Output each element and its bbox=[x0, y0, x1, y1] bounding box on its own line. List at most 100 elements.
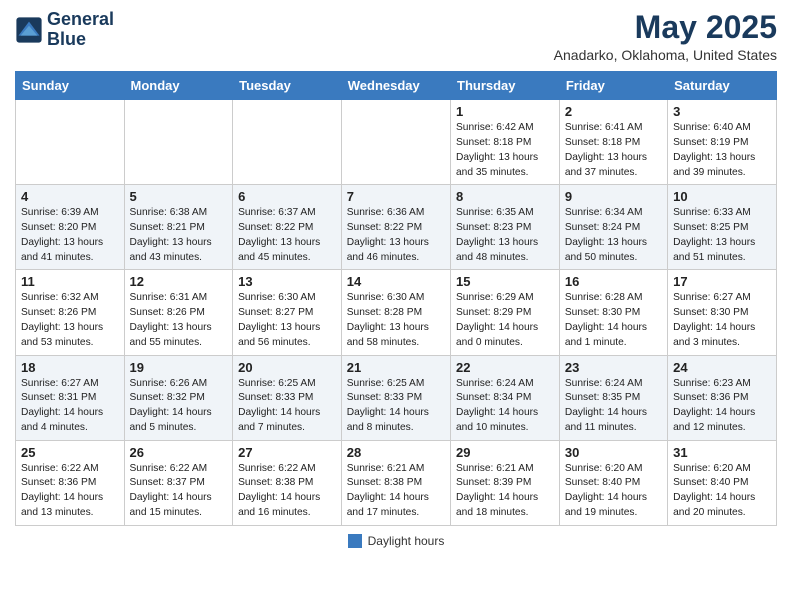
calendar-cell: 25 Sunrise: 6:22 AM Sunset: 8:36 PM Dayli… bbox=[16, 440, 125, 525]
weekday-header-monday: Monday bbox=[124, 72, 233, 100]
calendar-cell bbox=[124, 100, 233, 185]
day-number: 29 bbox=[456, 445, 554, 460]
day-info: Sunrise: 6:41 AM Sunset: 8:18 PM Dayligh… bbox=[565, 121, 662, 180]
calendar-cell: 19 Sunrise: 6:26 AM Sunset: 8:32 PM Dayli… bbox=[124, 355, 233, 440]
day-number: 28 bbox=[347, 445, 445, 460]
calendar-table: SundayMondayTuesdayWednesdayThursdayFrid… bbox=[15, 71, 777, 526]
day-number: 4 bbox=[21, 189, 119, 204]
day-info: Sunrise: 6:20 AM Sunset: 8:40 PM Dayligh… bbox=[673, 462, 771, 521]
location: Anadarko, Oklahoma, United States bbox=[554, 47, 777, 63]
day-info: Sunrise: 6:22 AM Sunset: 8:38 PM Dayligh… bbox=[238, 462, 336, 521]
calendar-cell: 3 Sunrise: 6:40 AM Sunset: 8:19 PM Daylig… bbox=[668, 100, 777, 185]
calendar-cell: 12 Sunrise: 6:31 AM Sunset: 8:26 PM Dayli… bbox=[124, 270, 233, 355]
day-number: 19 bbox=[130, 360, 228, 375]
calendar-footer: Daylight hours bbox=[15, 534, 777, 548]
day-number: 13 bbox=[238, 274, 336, 289]
calendar-cell: 5 Sunrise: 6:38 AM Sunset: 8:21 PM Daylig… bbox=[124, 185, 233, 270]
calendar-cell: 10 Sunrise: 6:33 AM Sunset: 8:25 PM Dayli… bbox=[668, 185, 777, 270]
day-info: Sunrise: 6:37 AM Sunset: 8:22 PM Dayligh… bbox=[238, 206, 336, 265]
calendar-cell: 22 Sunrise: 6:24 AM Sunset: 8:34 PM Dayli… bbox=[451, 355, 560, 440]
calendar-cell bbox=[233, 100, 342, 185]
calendar-cell: 30 Sunrise: 6:20 AM Sunset: 8:40 PM Dayli… bbox=[559, 440, 667, 525]
calendar-cell: 14Sunrise: 6:30 AM Sunset: 8:28 PM Dayli… bbox=[341, 270, 450, 355]
weekday-header-friday: Friday bbox=[559, 72, 667, 100]
day-number: 25 bbox=[21, 445, 119, 460]
calendar-cell: 28 Sunrise: 6:21 AM Sunset: 8:38 PM Dayli… bbox=[341, 440, 450, 525]
day-info: Sunrise: 6:25 AM Sunset: 8:33 PM Dayligh… bbox=[347, 377, 445, 436]
day-info: Sunrise: 6:26 AM Sunset: 8:32 PM Dayligh… bbox=[130, 377, 228, 436]
day-info: Sunrise: 6:21 AM Sunset: 8:38 PM Dayligh… bbox=[347, 462, 445, 521]
day-number: 23 bbox=[565, 360, 662, 375]
calendar-cell bbox=[16, 100, 125, 185]
day-number: 11 bbox=[21, 274, 119, 289]
day-info: Sunrise: 6:24 AM Sunset: 8:34 PM Dayligh… bbox=[456, 377, 554, 436]
day-number: 8 bbox=[456, 189, 554, 204]
day-info: Sunrise: 6:40 AM Sunset: 8:19 PM Dayligh… bbox=[673, 121, 771, 180]
day-info: Sunrise: 6:35 AM Sunset: 8:23 PM Dayligh… bbox=[456, 206, 554, 265]
day-info: Sunrise: 6:22 AM Sunset: 8:36 PM Dayligh… bbox=[21, 462, 119, 521]
calendar-cell: 18Sunrise: 6:27 AM Sunset: 8:31 PM Dayli… bbox=[16, 355, 125, 440]
day-info: Sunrise: 6:32 AM Sunset: 8:26 PM Dayligh… bbox=[21, 291, 119, 350]
day-number: 30 bbox=[565, 445, 662, 460]
day-info: Sunrise: 6:28 AM Sunset: 8:30 PM Dayligh… bbox=[565, 291, 662, 350]
day-info: Sunrise: 6:33 AM Sunset: 8:25 PM Dayligh… bbox=[673, 206, 771, 265]
day-number: 1 bbox=[456, 104, 554, 119]
calendar-cell: 1Sunrise: 6:42 AM Sunset: 8:18 PM Daylig… bbox=[451, 100, 560, 185]
weekday-header-thursday: Thursday bbox=[451, 72, 560, 100]
day-number: 22 bbox=[456, 360, 554, 375]
day-number: 6 bbox=[238, 189, 336, 204]
calendar-cell: 11 Sunrise: 6:32 AM Sunset: 8:26 PM Dayli… bbox=[16, 270, 125, 355]
calendar-week-row: 11 Sunrise: 6:32 AM Sunset: 8:26 PM Dayli… bbox=[16, 270, 777, 355]
day-info: Sunrise: 6:29 AM Sunset: 8:29 PM Dayligh… bbox=[456, 291, 554, 350]
calendar-cell: 26 Sunrise: 6:22 AM Sunset: 8:37 PM Dayli… bbox=[124, 440, 233, 525]
calendar-cell: 13Sunrise: 6:30 AM Sunset: 8:27 PM Dayli… bbox=[233, 270, 342, 355]
calendar-cell: 17Sunrise: 6:27 AM Sunset: 8:30 PM Dayli… bbox=[668, 270, 777, 355]
calendar-cell: 4 Sunrise: 6:39 AM Sunset: 8:20 PM Daylig… bbox=[16, 185, 125, 270]
calendar-header-row: SundayMondayTuesdayWednesdayThursdayFrid… bbox=[16, 72, 777, 100]
day-info: Sunrise: 6:23 AM Sunset: 8:36 PM Dayligh… bbox=[673, 377, 771, 436]
day-info: Sunrise: 6:22 AM Sunset: 8:37 PM Dayligh… bbox=[130, 462, 228, 521]
title-block: May 2025 Anadarko, Oklahoma, United Stat… bbox=[554, 10, 777, 63]
day-number: 9 bbox=[565, 189, 662, 204]
day-number: 27 bbox=[238, 445, 336, 460]
calendar-cell: 8 Sunrise: 6:35 AM Sunset: 8:23 PM Daylig… bbox=[451, 185, 560, 270]
calendar-week-row: 18Sunrise: 6:27 AM Sunset: 8:31 PM Dayli… bbox=[16, 355, 777, 440]
day-number: 5 bbox=[130, 189, 228, 204]
calendar-cell: 2Sunrise: 6:41 AM Sunset: 8:18 PM Daylig… bbox=[559, 100, 667, 185]
day-number: 10 bbox=[673, 189, 771, 204]
logo: General Blue bbox=[15, 10, 114, 50]
calendar-week-row: 25 Sunrise: 6:22 AM Sunset: 8:36 PM Dayli… bbox=[16, 440, 777, 525]
day-info: Sunrise: 6:21 AM Sunset: 8:39 PM Dayligh… bbox=[456, 462, 554, 521]
day-number: 7 bbox=[347, 189, 445, 204]
calendar-week-row: 4 Sunrise: 6:39 AM Sunset: 8:20 PM Daylig… bbox=[16, 185, 777, 270]
calendar-cell: 9 Sunrise: 6:34 AM Sunset: 8:24 PM Daylig… bbox=[559, 185, 667, 270]
calendar-week-row: 1Sunrise: 6:42 AM Sunset: 8:18 PM Daylig… bbox=[16, 100, 777, 185]
day-info: Sunrise: 6:25 AM Sunset: 8:33 PM Dayligh… bbox=[238, 377, 336, 436]
calendar-cell: 7 Sunrise: 6:36 AM Sunset: 8:22 PM Daylig… bbox=[341, 185, 450, 270]
daylight-legend-label: Daylight hours bbox=[368, 534, 445, 548]
calendar-cell: 27 Sunrise: 6:22 AM Sunset: 8:38 PM Dayli… bbox=[233, 440, 342, 525]
day-info: Sunrise: 6:38 AM Sunset: 8:21 PM Dayligh… bbox=[130, 206, 228, 265]
day-number: 20 bbox=[238, 360, 336, 375]
page-header: General Blue May 2025 Anadarko, Oklahoma… bbox=[15, 10, 777, 63]
day-info: Sunrise: 6:39 AM Sunset: 8:20 PM Dayligh… bbox=[21, 206, 119, 265]
weekday-header-saturday: Saturday bbox=[668, 72, 777, 100]
day-info: Sunrise: 6:34 AM Sunset: 8:24 PM Dayligh… bbox=[565, 206, 662, 265]
weekday-header-tuesday: Tuesday bbox=[233, 72, 342, 100]
day-info: Sunrise: 6:20 AM Sunset: 8:40 PM Dayligh… bbox=[565, 462, 662, 521]
day-number: 15 bbox=[456, 274, 554, 289]
day-number: 26 bbox=[130, 445, 228, 460]
calendar-cell: 6 Sunrise: 6:37 AM Sunset: 8:22 PM Daylig… bbox=[233, 185, 342, 270]
calendar-cell: 24 Sunrise: 6:23 AM Sunset: 8:36 PM Dayli… bbox=[668, 355, 777, 440]
calendar-cell: 23Sunrise: 6:24 AM Sunset: 8:35 PM Dayli… bbox=[559, 355, 667, 440]
day-info: Sunrise: 6:31 AM Sunset: 8:26 PM Dayligh… bbox=[130, 291, 228, 350]
calendar-cell: 15 Sunrise: 6:29 AM Sunset: 8:29 PM Dayli… bbox=[451, 270, 560, 355]
day-info: Sunrise: 6:36 AM Sunset: 8:22 PM Dayligh… bbox=[347, 206, 445, 265]
day-info: Sunrise: 6:30 AM Sunset: 8:28 PM Dayligh… bbox=[347, 291, 445, 350]
daylight-legend-box bbox=[348, 534, 362, 548]
day-number: 24 bbox=[673, 360, 771, 375]
day-number: 12 bbox=[130, 274, 228, 289]
day-info: Sunrise: 6:27 AM Sunset: 8:30 PM Dayligh… bbox=[673, 291, 771, 350]
day-info: Sunrise: 6:27 AM Sunset: 8:31 PM Dayligh… bbox=[21, 377, 119, 436]
day-number: 3 bbox=[673, 104, 771, 119]
